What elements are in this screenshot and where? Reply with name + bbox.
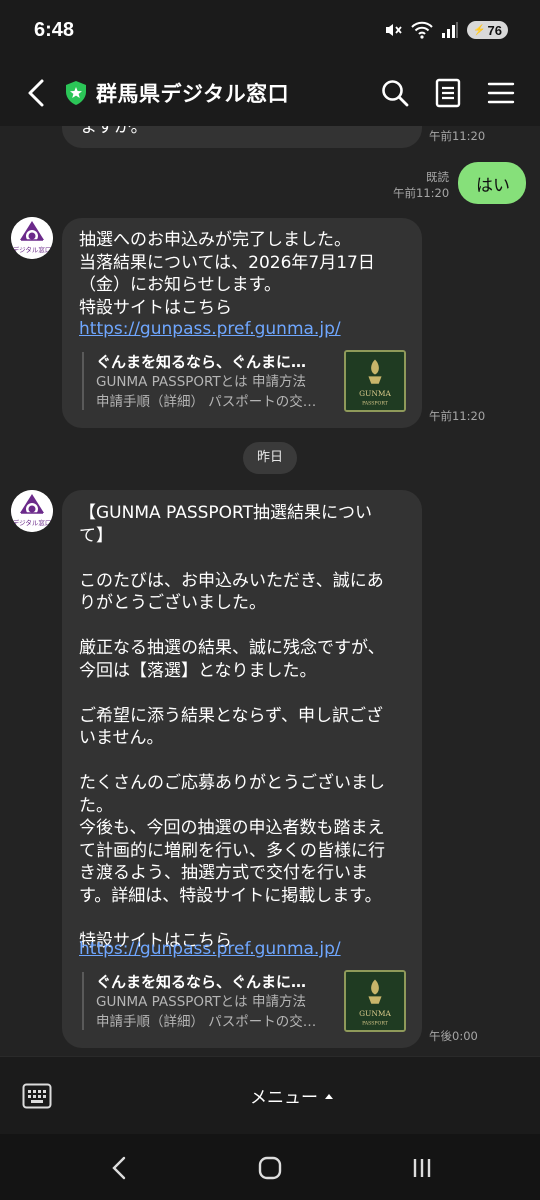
nav-back-icon[interactable] [108,1154,132,1182]
message-text: 【GUNMA PASSPORT抽選結果につい て】 このたびは、お申込みいただき… [79,503,385,951]
gunma-passport-thumbnail: GUNMA PASSPORT [344,350,406,412]
digital-window-logo-icon: デジタル窓口 [11,217,53,259]
message-bubble[interactable]: 抽選へのお申込みが完了しました。 当落結果については、2026年7月17日 （金… [62,218,422,428]
link-preview[interactable]: ぐんまを知るなら、ぐんまに… GUNMA PASSPORTとは 申請方法 申請手… [82,350,406,412]
search-icon[interactable] [378,76,412,110]
avatar[interactable]: デジタル窓口 [11,217,53,259]
avatar-label: デジタル窓口 [13,245,52,254]
message-timestamp: 午後0:00 [429,1029,478,1043]
menu-hamburger-icon[interactable] [484,76,518,110]
message-text: ますか。 [80,126,148,137]
battery-saver-icon: ⚡ [473,24,486,36]
date-separator: 昨日 [243,442,297,474]
digital-window-logo-icon: デジタル窓口 [11,490,53,532]
keyboard-icon[interactable] [22,1083,52,1109]
mute-icon [386,24,402,36]
chat-area[interactable]: ますか。 午前11:20 既読 午前11:20 はい デジタル窓口 抽選へのお申… [0,126,540,1056]
message-timestamp: 午前11:20 [429,409,486,423]
chat-footer: メニュー [0,1056,540,1134]
thumb-line1: GUNMA [359,389,391,398]
link-preview[interactable]: ぐんまを知るなら、ぐんまに… GUNMA PASSPORTとは 申請方法 申請手… [82,970,406,1032]
nav-recents-icon[interactable] [410,1154,434,1182]
message-timestamp: 午前11:20 [429,129,486,143]
chat-header: 群馬県デジタル窓口 [0,60,540,126]
back-arrow-icon[interactable] [22,76,52,110]
link-gunpass[interactable]: https://gunpass.pref.gunma.jp/ [79,318,341,341]
message-bubble[interactable]: 【GUNMA PASSPORT抽選結果につい て】 このたびは、お申込みいただき… [62,490,422,1048]
message-text: はい [476,176,510,196]
signal-icon [442,22,459,38]
my-message-bubble[interactable]: はい [458,162,526,204]
system-nav-bar [0,1134,540,1200]
status-icons: ⚡ 76 [383,20,508,40]
gunma-passport-thumbnail: GUNMA PASSPORT [344,970,406,1032]
thumb-line2: PASSPORT [362,1020,389,1026]
menu-label: メニュー [250,1088,318,1108]
thumb-line2: PASSPORT [362,400,389,406]
read-receipt: 既読 [426,170,449,184]
thumb-line1: GUNMA [359,1009,391,1018]
message-timestamp: 午前11:20 [393,186,450,200]
wifi-icon [411,21,433,39]
battery-level: 76 [487,22,502,38]
avatar-label: デジタル窓口 [13,518,52,527]
nav-home-icon[interactable] [257,1154,283,1182]
menu-button[interactable]: メニュー [250,1083,334,1108]
avatar[interactable]: デジタル窓口 [11,490,53,532]
status-bar: 6:48 ⚡ 76 [0,0,540,60]
message-bubble-previous[interactable]: ますか。 [62,126,422,148]
verified-shield-icon [66,81,86,105]
message-text: 抽選へのお申込みが完了しました。 当落結果については、2026年7月17日 （金… [79,230,375,318]
link-gunpass[interactable]: https://gunpass.pref.gunma.jp/ [79,938,341,961]
chat-title: 群馬県デジタル窓口 [96,82,290,106]
caret-up-icon [325,1093,333,1099]
battery-indicator: ⚡ 76 [467,21,508,39]
notes-icon[interactable] [431,76,465,110]
status-time: 6:48 [34,19,75,41]
